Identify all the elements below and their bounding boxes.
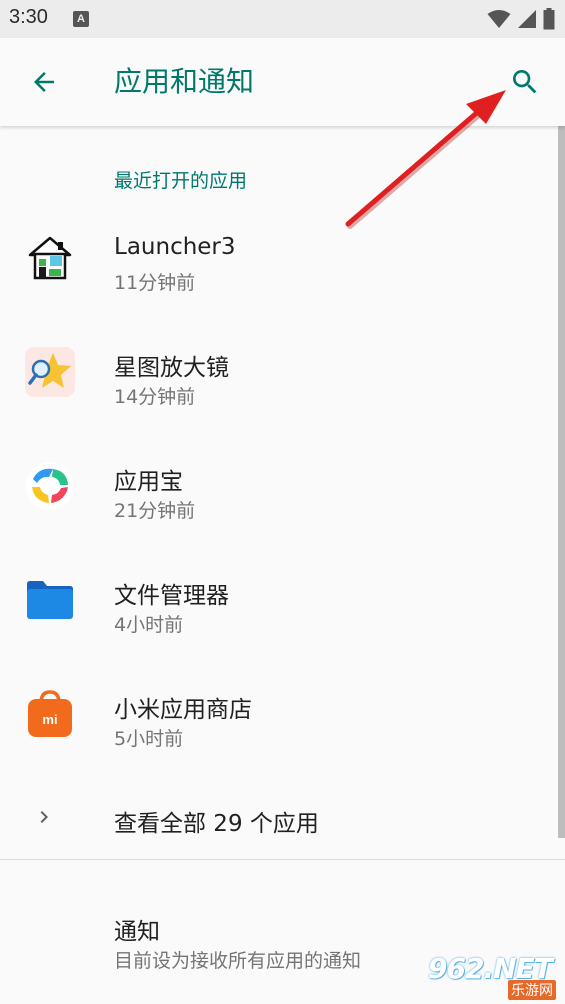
app-last-used: 11分钟前 xyxy=(114,272,196,294)
page-title: 应用和通知 xyxy=(114,65,255,98)
notification-a-icon: A xyxy=(73,11,89,27)
app-name: Launcher3 xyxy=(114,234,236,260)
app-row-mi-store[interactable]: mi 小米应用商店 5小时前 xyxy=(0,658,555,772)
status-bar: 3:30 A xyxy=(0,0,565,38)
folder-icon xyxy=(27,581,73,619)
app-name: 应用宝 xyxy=(114,469,183,495)
app-name: 小米应用商店 xyxy=(114,697,252,723)
status-time: 3:30 xyxy=(9,6,48,28)
notifications-subtitle: 目前设为接收所有应用的通知 xyxy=(114,950,362,972)
app-bar: 应用和通知 xyxy=(0,38,565,126)
star-magnifier-icon xyxy=(25,347,75,397)
app-last-used: 14分钟前 xyxy=(114,386,196,408)
app-row-file-manager[interactable]: 文件管理器 4小时前 xyxy=(0,544,555,658)
recent-apps-header: 最近打开的应用 xyxy=(114,170,248,192)
search-icon xyxy=(513,70,537,94)
battery-icon xyxy=(543,8,555,30)
mi-store-icon: mi xyxy=(28,690,72,737)
search-button[interactable] xyxy=(503,60,547,104)
see-all-apps-label: 查看全部 29 个应用 xyxy=(114,811,319,837)
launcher-house-icon xyxy=(28,236,72,280)
app-row-launcher3[interactable]: Launcher3 11分钟前 xyxy=(0,202,555,316)
yingyongbao-icon xyxy=(26,462,74,510)
app-last-used: 5小时前 xyxy=(114,728,184,750)
app-last-used: 4小时前 xyxy=(114,614,184,636)
app-last-used: 21分钟前 xyxy=(114,500,196,522)
status-icons xyxy=(487,7,555,31)
chevron-right-icon xyxy=(40,811,48,823)
arrow-left-icon xyxy=(34,72,54,92)
see-all-apps-row[interactable]: 查看全部 29 个应用 xyxy=(0,780,555,858)
app-name: 星图放大镜 xyxy=(114,355,229,381)
watermark-sub: 乐游网 xyxy=(508,980,556,1000)
wifi-icon xyxy=(487,10,511,28)
app-row-yingyongbao[interactable]: 应用宝 21分钟前 xyxy=(0,430,555,544)
app-name: 文件管理器 xyxy=(114,583,229,609)
back-button[interactable] xyxy=(22,60,66,104)
notifications-title: 通知 xyxy=(114,919,160,945)
app-row-xingtu-magnifier[interactable]: 星图放大镜 14分钟前 xyxy=(0,316,555,430)
signal-icon xyxy=(518,10,536,28)
svg-text:mi: mi xyxy=(42,712,57,727)
site-watermark: 962.NET 乐游网 xyxy=(428,952,562,1000)
scrollbar[interactable] xyxy=(558,126,565,838)
